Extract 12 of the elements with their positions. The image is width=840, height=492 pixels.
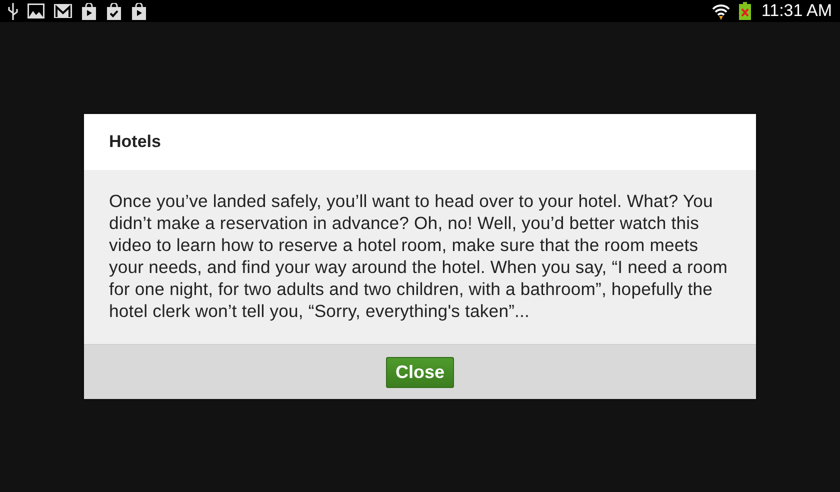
- image-icon: [27, 3, 45, 19]
- usb-icon: [8, 2, 18, 20]
- battery-icon: [739, 2, 752, 20]
- shopping-bag-icon: [81, 2, 97, 20]
- shopping-bag-icon: [106, 2, 122, 20]
- dialog-message: Once you’ve landed safely, you’ll want to head over to your hotel. What? You didn’t make a reservation in advance? Oh, no! Well, you’d better watch this video to learn how to reserve a hotel room, make sure that the room meets your needs, and find your way around the hotel. When you say, “I need a room for one night, for two adults and two children, with a bathroom”, hopefully the hotel clerk won’t tell you, “Sorry, everything's taken”...: [109, 190, 729, 322]
- clock-time: 11:31 AM: [761, 1, 832, 21]
- wifi-icon: [712, 2, 730, 20]
- mail-icon: [54, 4, 72, 18]
- close-button[interactable]: Close: [386, 356, 454, 388]
- shopping-bag-icon: [131, 2, 147, 20]
- dialog-title: Hotels: [109, 132, 161, 152]
